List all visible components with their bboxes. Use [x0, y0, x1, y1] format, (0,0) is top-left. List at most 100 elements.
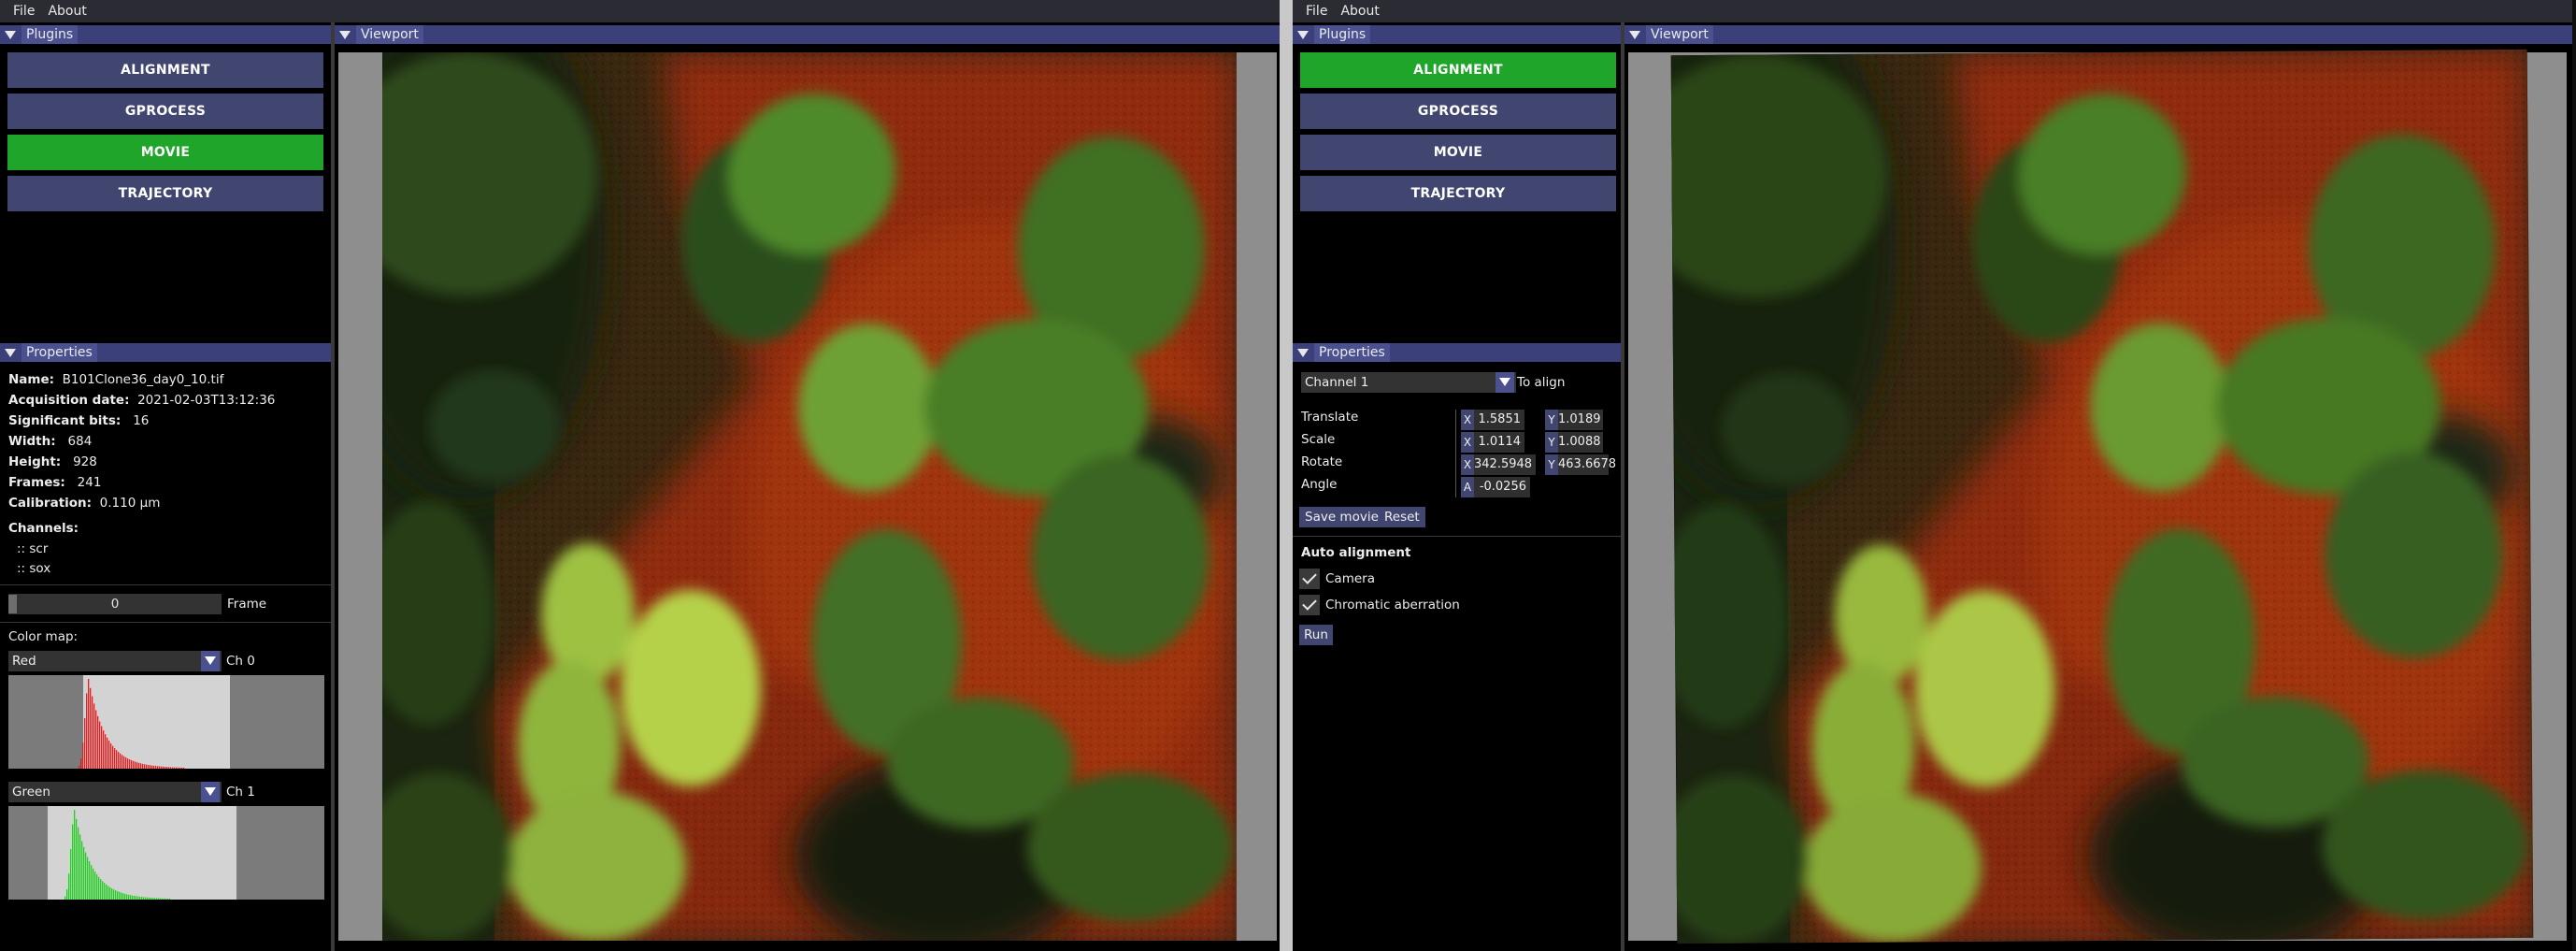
histogram-bar: [162, 898, 164, 900]
save-movie-button[interactable]: Save movie: [1299, 507, 1384, 527]
histogram-bar: [174, 767, 176, 769]
histogram-bar: [119, 891, 121, 900]
frame-value: 0: [110, 597, 120, 612]
run-button[interactable]: Run: [1299, 625, 1333, 645]
channel-select[interactable]: Channel 1: [1301, 372, 1516, 393]
histogram-bar: [179, 767, 181, 769]
plugin-trajectory-button[interactable]: TRAJECTORY: [1300, 176, 1616, 211]
chevron-down-icon[interactable]: [201, 782, 220, 802]
chevron-down-icon[interactable]: [201, 651, 220, 671]
rotate-x-input[interactable]: 342.5948: [1474, 454, 1536, 475]
ch0-histogram[interactable]: [8, 675, 324, 769]
histogram-bar: [127, 758, 129, 769]
prop-bits: Significant bits: 16: [8, 413, 149, 428]
plugin-movie-button[interactable]: MOVIE: [7, 135, 323, 170]
prop-value: 16: [133, 413, 150, 428]
histogram-bar: [130, 895, 132, 900]
histogram-bar: [76, 818, 78, 900]
properties-panel-title[interactable]: Properties: [1293, 343, 1621, 362]
translate-y-label: Y: [1545, 410, 1558, 430]
rotate-y-input[interactable]: 463.6678: [1558, 454, 1616, 475]
menu-about[interactable]: About: [48, 4, 86, 19]
menu-file[interactable]: File: [1306, 4, 1327, 19]
panel-splitter[interactable]: [1621, 22, 1624, 951]
angle-input[interactable]: -0.0256: [1474, 477, 1530, 497]
histogram-bar: [176, 767, 178, 769]
histogram-bar: [181, 767, 183, 769]
histogram-bar: [103, 730, 105, 769]
histogram-bar: [117, 890, 119, 900]
collapse-arrow-icon[interactable]: [1629, 30, 1640, 39]
viewport-panel-title[interactable]: Viewport: [335, 25, 1280, 44]
histogram-bar: [116, 750, 118, 769]
divider: [1293, 536, 1621, 537]
menu-file[interactable]: File: [13, 4, 35, 19]
histogram-bar: [142, 763, 144, 769]
plugin-gprocess-button[interactable]: GPROCESS: [1300, 94, 1616, 129]
histogram-bar: [102, 881, 104, 900]
plugins-tab: Plugins: [1314, 25, 1371, 44]
viewport-panel-title[interactable]: Viewport: [1624, 25, 2572, 44]
ch1-colormap-select[interactable]: Green: [8, 782, 222, 802]
collapse-arrow-icon[interactable]: [1297, 30, 1309, 39]
camera-checkbox[interactable]: [1299, 569, 1320, 589]
histogram-bar: [101, 726, 103, 769]
panel-splitter[interactable]: [331, 22, 335, 951]
prop-name: Name: B101Clone36_day0_10.tif: [8, 372, 223, 387]
divider: [0, 584, 331, 585]
ch0-colormap-select[interactable]: Red: [8, 651, 222, 671]
prop-label: Width:: [8, 434, 56, 449]
rotate-label: Rotate: [1301, 454, 1343, 469]
plugin-alignment-button[interactable]: ALIGNMENT: [7, 52, 323, 88]
plugin-movie-button[interactable]: MOVIE: [1300, 135, 1616, 170]
window-gap: [1280, 0, 1293, 951]
prop-height: Height: 928: [8, 454, 97, 469]
histogram-bar: [129, 759, 131, 769]
plugin-trajectory-button[interactable]: TRAJECTORY: [7, 176, 323, 211]
collapse-arrow-icon[interactable]: [5, 348, 16, 357]
microscopy-image-aligned[interactable]: [1670, 49, 2534, 944]
histogram-bar: [83, 846, 85, 900]
histogram-bar: [135, 761, 136, 769]
histogram-bar: [139, 896, 141, 900]
translate-y-input[interactable]: 1.0189: [1558, 410, 1603, 430]
angle-a-label: A: [1461, 477, 1474, 497]
histogram-bar: [96, 874, 98, 900]
histogram-bar: [164, 898, 165, 900]
histogram-bar: [95, 710, 97, 769]
plugins-panel-title[interactable]: Plugins: [0, 25, 331, 44]
ch1-histogram[interactable]: [8, 806, 324, 900]
histogram-bar: [91, 865, 93, 900]
histogram-bar: [88, 679, 90, 769]
camera-label: Camera: [1325, 571, 1375, 586]
histogram-bar: [82, 742, 84, 769]
scale-y-input[interactable]: 1.0088: [1558, 432, 1603, 453]
plugins-panel-title[interactable]: Plugins: [1293, 25, 1621, 44]
properties-panel-title[interactable]: Properties: [0, 343, 331, 362]
histogram-bar: [120, 753, 122, 769]
prop-calibration: Calibration: 0.110 µm: [8, 496, 160, 511]
collapse-arrow-icon[interactable]: [339, 30, 351, 39]
prop-label: Height:: [8, 454, 62, 469]
scale-x-input[interactable]: 1.0114: [1474, 432, 1524, 453]
plugin-gprocess-button[interactable]: GPROCESS: [7, 94, 323, 129]
menu-about[interactable]: About: [1340, 4, 1379, 19]
histogram-bar: [92, 696, 93, 769]
histogram-bar: [97, 715, 99, 769]
reset-button[interactable]: Reset: [1379, 507, 1425, 527]
translate-x-input[interactable]: 1.5851: [1474, 410, 1524, 430]
chevron-down-icon[interactable]: [1496, 372, 1514, 393]
frame-slider[interactable]: 0: [8, 594, 222, 614]
microscopy-image[interactable]: [382, 52, 1237, 941]
field-separator: [1455, 410, 1456, 497]
collapse-arrow-icon[interactable]: [5, 30, 16, 39]
histogram-bar: [118, 752, 120, 769]
histogram-bar: [68, 873, 70, 900]
plugin-alignment-button[interactable]: ALIGNMENT: [1300, 52, 1616, 88]
chromatic-checkbox[interactable]: [1299, 595, 1320, 615]
to-align-label: To align: [1517, 375, 1566, 390]
histogram-bar: [159, 766, 161, 769]
cells-svg: [382, 52, 1237, 941]
histogram-bar: [106, 884, 107, 900]
collapse-arrow-icon[interactable]: [1297, 348, 1309, 357]
